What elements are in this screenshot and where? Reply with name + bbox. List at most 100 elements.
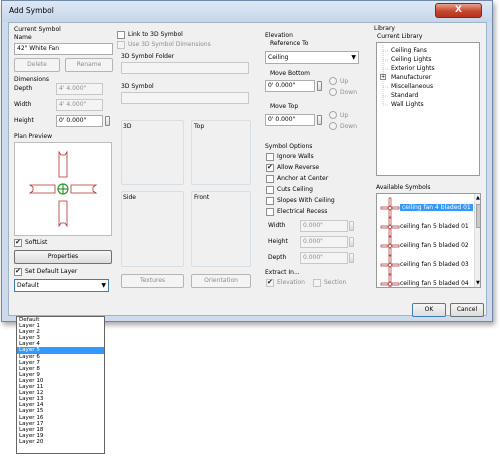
symbol-option-label: Slopes With Ceiling — [277, 197, 335, 204]
symbol-list-item-label: ceiling fan 5 bladed 03 — [400, 261, 469, 268]
rename-button[interactable]: Rename — [65, 58, 113, 72]
scroll-up-icon[interactable]: ▲ — [476, 195, 480, 201]
move-bottom-up-radio[interactable] — [329, 77, 337, 85]
name-field[interactable]: 42" White Fan — [14, 43, 113, 55]
available-symbols-list[interactable]: ceiling fan 4 bladed 01 ceiling fan 5 bla… — [376, 193, 481, 288]
library-tree-item[interactable]: Miscellaneous — [391, 83, 433, 90]
symbol-option-label: Allow Reverse — [277, 164, 320, 171]
default-layer-select[interactable]: Default ▼ — [14, 279, 109, 292]
move-bottom-up-label: Up — [340, 78, 349, 85]
move-top-spinner[interactable] — [317, 115, 322, 125]
symbol-option-checkbox[interactable] — [266, 163, 274, 172]
close-button[interactable]: X — [435, 3, 482, 18]
so-width-spinner[interactable] — [349, 221, 354, 231]
library-tree-item[interactable]: Standard — [391, 92, 418, 99]
so-depth-spinner[interactable] — [349, 253, 354, 263]
so-height-field[interactable]: 0.000" — [300, 236, 348, 248]
extract-in-label: Extract In... — [265, 269, 300, 276]
properties-button[interactable]: Properties — [14, 250, 112, 264]
dialog-body: Current Symbol Name 42" White Fan Delete… — [8, 22, 487, 317]
default-layer-dropdown-list[interactable]: Default Layer 1 Layer 2 Layer 3 Layer 4 Layer… — [16, 316, 105, 454]
name-label: Name — [14, 34, 32, 41]
cancel-button[interactable]: Cancel — [450, 303, 484, 317]
set-default-layer-label: Set Default Layer — [25, 268, 78, 275]
orientation-button[interactable]: Orientation — [191, 274, 251, 288]
move-bottom-down-label: Down — [340, 89, 358, 96]
plan-preview-label: Plan Preview — [14, 133, 53, 140]
symbol-list-item-label: ceiling fan 5 bladed 02 — [400, 242, 469, 249]
chevron-down-icon: ▼ — [101, 282, 106, 289]
link-3d-label: Link to 3D Symbol — [128, 31, 183, 38]
plan-preview — [14, 142, 112, 236]
library-tree-item[interactable]: Ceiling Fans — [391, 47, 427, 54]
side-view-label: Side — [123, 194, 136, 201]
so-depth-label: Depth — [268, 254, 287, 261]
3d-symbol-label: 3D Symbol — [121, 83, 154, 90]
default-layer-value: Default — [17, 282, 39, 289]
symbol-option-label: Cuts Ceiling — [277, 186, 313, 193]
scroll-thumb[interactable] — [476, 204, 480, 228]
move-top-up-radio[interactable] — [329, 111, 337, 119]
extract-section-checkbox[interactable] — [313, 279, 321, 287]
symbols-scrollbar[interactable]: ▲ ▼ — [474, 194, 480, 287]
symbol-options-label: Symbol Options — [265, 143, 313, 150]
symbol-list-item[interactable]: ceiling fan 5 bladed 04 — [378, 271, 474, 287]
move-bottom-down-radio[interactable] — [329, 88, 337, 96]
width-field[interactable]: 4' 4.000" — [56, 99, 103, 111]
symbol-option-checkbox[interactable] — [266, 175, 274, 183]
so-width-field[interactable]: 0.000" — [300, 220, 348, 232]
move-bottom-field[interactable]: 0' 0.000" — [265, 80, 315, 92]
symbol-option-label: Ignore Walls — [277, 153, 314, 160]
symbol-option-checkbox[interactable] — [266, 153, 274, 161]
ok-button[interactable]: OK — [412, 303, 446, 317]
elevation-label: Elevation — [265, 32, 293, 39]
height-spinner[interactable] — [105, 116, 110, 126]
symbol-option-checkbox[interactable] — [266, 197, 274, 205]
symbol-option-checkbox[interactable] — [266, 186, 274, 194]
layer-option[interactable]: Layer 20 — [17, 439, 104, 445]
library-tree-item[interactable]: Manufacturer — [391, 74, 431, 81]
set-default-layer-checkbox[interactable] — [14, 267, 22, 276]
current-library-label: Current Library — [377, 33, 423, 40]
library-tree[interactable]: Ceiling Fans Ceiling Lights Exterior Light… — [376, 42, 480, 176]
symbol-option-checkbox[interactable] — [266, 208, 274, 216]
delete-button[interactable]: Delete — [14, 58, 60, 72]
height-field[interactable]: 0' 0.000" — [56, 115, 103, 127]
3d-symbol-field[interactable] — [121, 92, 249, 104]
move-bottom-spinner[interactable] — [317, 81, 322, 91]
use-3d-dims-checkbox[interactable] — [117, 41, 125, 49]
symbol-list-item-label: ceiling fan 4 bladed 01 — [400, 204, 473, 211]
extract-elevation-checkbox[interactable] — [266, 278, 274, 287]
so-height-spinner[interactable] — [349, 237, 354, 247]
reference-to-label: Reference To — [270, 40, 309, 47]
move-top-label: Move Top — [270, 103, 299, 110]
depth-field[interactable]: 4' 4.000" — [56, 83, 103, 95]
move-top-down-radio[interactable] — [329, 122, 337, 130]
title-bar[interactable]: Add Symbol X — [2, 1, 492, 22]
top-view-label: Top — [194, 123, 205, 130]
so-height-label: Height — [268, 238, 288, 245]
softlist-checkbox[interactable] — [14, 238, 22, 247]
scroll-down-icon[interactable]: ▼ — [476, 280, 480, 286]
so-width-label: Width — [268, 222, 286, 229]
3d-view-label: 3D — [123, 123, 132, 130]
ceiling-fan-thumb-icon — [380, 273, 400, 287]
expand-icon[interactable]: + — [380, 74, 386, 80]
symbol-list-item-label: ceiling fan 5 bladed 01 — [400, 223, 469, 230]
move-top-field[interactable]: 0' 0.000" — [265, 114, 315, 126]
reference-to-select[interactable]: Ceiling ▼ — [265, 51, 359, 64]
move-top-down-label: Down — [340, 123, 358, 130]
dimensions-label: Dimensions — [14, 76, 50, 83]
library-tree-item[interactable]: Wall Lights — [391, 101, 424, 108]
library-tree-item[interactable]: Ceiling Lights — [391, 56, 432, 63]
textures-button[interactable]: Textures — [121, 274, 184, 288]
3d-folder-field[interactable] — [121, 62, 249, 74]
use-3d-dims-label: Use 3D Symbol Dimensions — [128, 41, 211, 48]
library-tree-item[interactable]: Exterior Lights — [391, 65, 435, 72]
depth-label: Depth — [14, 85, 33, 92]
front-view-box — [191, 191, 251, 267]
so-depth-field[interactable]: 0.000" — [300, 252, 348, 264]
extract-section-label: Section — [324, 279, 347, 286]
link-3d-checkbox[interactable] — [117, 31, 125, 39]
move-top-up-label: Up — [340, 112, 349, 119]
